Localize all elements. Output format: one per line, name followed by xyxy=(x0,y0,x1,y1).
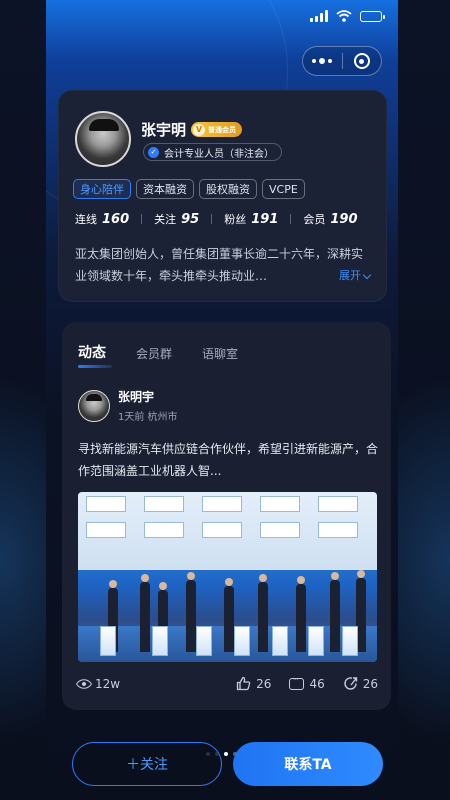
profile-name: 张宇明 xyxy=(141,121,187,139)
comment-button[interactable]: 46 xyxy=(289,675,325,691)
stat-value: 190 xyxy=(330,212,358,227)
target-icon xyxy=(353,53,370,69)
stats-row: 连线 160 关注 95 粉丝 191 会员 190 xyxy=(75,211,358,227)
tag[interactable]: 资本融资 xyxy=(136,179,194,199)
shares-value: 26 xyxy=(362,676,378,691)
vip-badge: V 普通会员 xyxy=(191,122,243,137)
vip-icon: V xyxy=(193,123,206,136)
follow-button[interactable]: ＋关注 xyxy=(72,742,222,786)
status-bar xyxy=(310,10,385,22)
stat-connections[interactable]: 连线 160 xyxy=(75,211,129,227)
tag[interactable]: VCPE xyxy=(262,179,305,199)
certification-label: 会计专业人员（非注会） xyxy=(164,148,274,160)
post-image[interactable] xyxy=(78,492,377,662)
battery-icon xyxy=(360,10,385,22)
tag-list: 身心陪伴 资本融资 股权融资 VCPE xyxy=(73,179,305,199)
comment-icon xyxy=(289,675,305,690)
feed-tabs: 动态 会员群 语聊室 xyxy=(78,342,238,368)
like-button[interactable]: 26 xyxy=(236,676,271,691)
profile-bio: 亚太集团创始人，曾任集团董事长逾二十六年，深耕实业领域数十年，牵头推牵头推动业… xyxy=(75,247,364,283)
stat-label: 会员 xyxy=(303,213,326,226)
verified-icon: ✓ xyxy=(148,146,159,158)
stat-members[interactable]: 会员 190 xyxy=(303,211,357,227)
stat-divider xyxy=(290,214,292,224)
avatar[interactable] xyxy=(75,111,131,167)
stat-following[interactable]: 关注 95 xyxy=(154,211,199,227)
feed-card: 动态 会员群 语聊室 张明宇 1天前 杭州市 寻找新能源汽车供应链合作伙伴，希望… xyxy=(62,322,391,710)
certification-badge: ✓ 会计专业人员（非注会） xyxy=(143,143,282,161)
likes-value: 26 xyxy=(256,676,272,691)
expand-label: 展开 xyxy=(339,269,361,282)
close-mini-program-button[interactable] xyxy=(343,47,382,75)
name-row: 张宇明 V 普通会员 xyxy=(141,119,243,140)
tab-member-groups[interactable]: 会员群 xyxy=(136,345,172,368)
profile-card: 张宇明 V 普通会员 ✓ 会计专业人员（非注会） 身心陪伴 资本融资 股权融资 … xyxy=(58,90,387,302)
eye-icon xyxy=(75,675,93,692)
signing-wall xyxy=(78,492,377,570)
tag[interactable]: 身心陪伴 xyxy=(73,179,131,199)
stat-label: 连线 xyxy=(75,213,97,226)
stat-value: 191 xyxy=(251,212,279,227)
comments-value: 46 xyxy=(309,676,325,691)
stat-label: 关注 xyxy=(154,213,177,226)
author-avatar[interactable] xyxy=(78,389,110,422)
stat-divider xyxy=(141,214,143,224)
stat-value: 95 xyxy=(181,212,200,227)
stat-value: 160 xyxy=(102,212,130,227)
like-icon xyxy=(237,676,251,691)
app-screen: 张宇明 V 普通会员 ✓ 会计专业人员（非注会） 身心陪伴 资本融资 股权融资 … xyxy=(46,0,398,800)
vip-badge-label: 普通会员 xyxy=(208,125,237,134)
share-button[interactable]: 26 xyxy=(343,676,378,691)
author-name: 张明宇 xyxy=(118,390,155,404)
expand-bio-button[interactable]: 展开 xyxy=(335,265,372,287)
tab-voice-rooms[interactable]: 语聊室 xyxy=(202,345,238,368)
stat-divider xyxy=(211,214,213,224)
wifi-icon xyxy=(336,10,352,22)
post-actions: 12w 26 46 26 xyxy=(75,675,378,692)
stat-followers[interactable]: 粉丝 191 xyxy=(224,211,278,227)
more-icon xyxy=(312,58,333,64)
more-button[interactable] xyxy=(303,47,342,75)
stat-label: 粉丝 xyxy=(224,213,247,226)
views-value: 12w xyxy=(95,676,121,691)
mini-program-capsule xyxy=(302,46,382,76)
views-count: 12w xyxy=(75,675,121,692)
post-author[interactable]: 张明宇 1天前 杭州市 xyxy=(78,388,178,423)
post-text[interactable]: 寻找新能源汽车供应链合作伙伴，希望引进新能源产，合作范围涵盖工业机器人智... xyxy=(78,438,380,482)
tag[interactable]: 股权融资 xyxy=(199,179,257,199)
chevron-down-icon xyxy=(362,270,372,279)
share-icon xyxy=(344,677,357,690)
tab-posts[interactable]: 动态 xyxy=(78,342,112,368)
signal-icon xyxy=(310,10,328,22)
post-meta: 1天前 杭州市 xyxy=(118,412,178,423)
contact-button[interactable]: 联系TA xyxy=(233,742,383,786)
